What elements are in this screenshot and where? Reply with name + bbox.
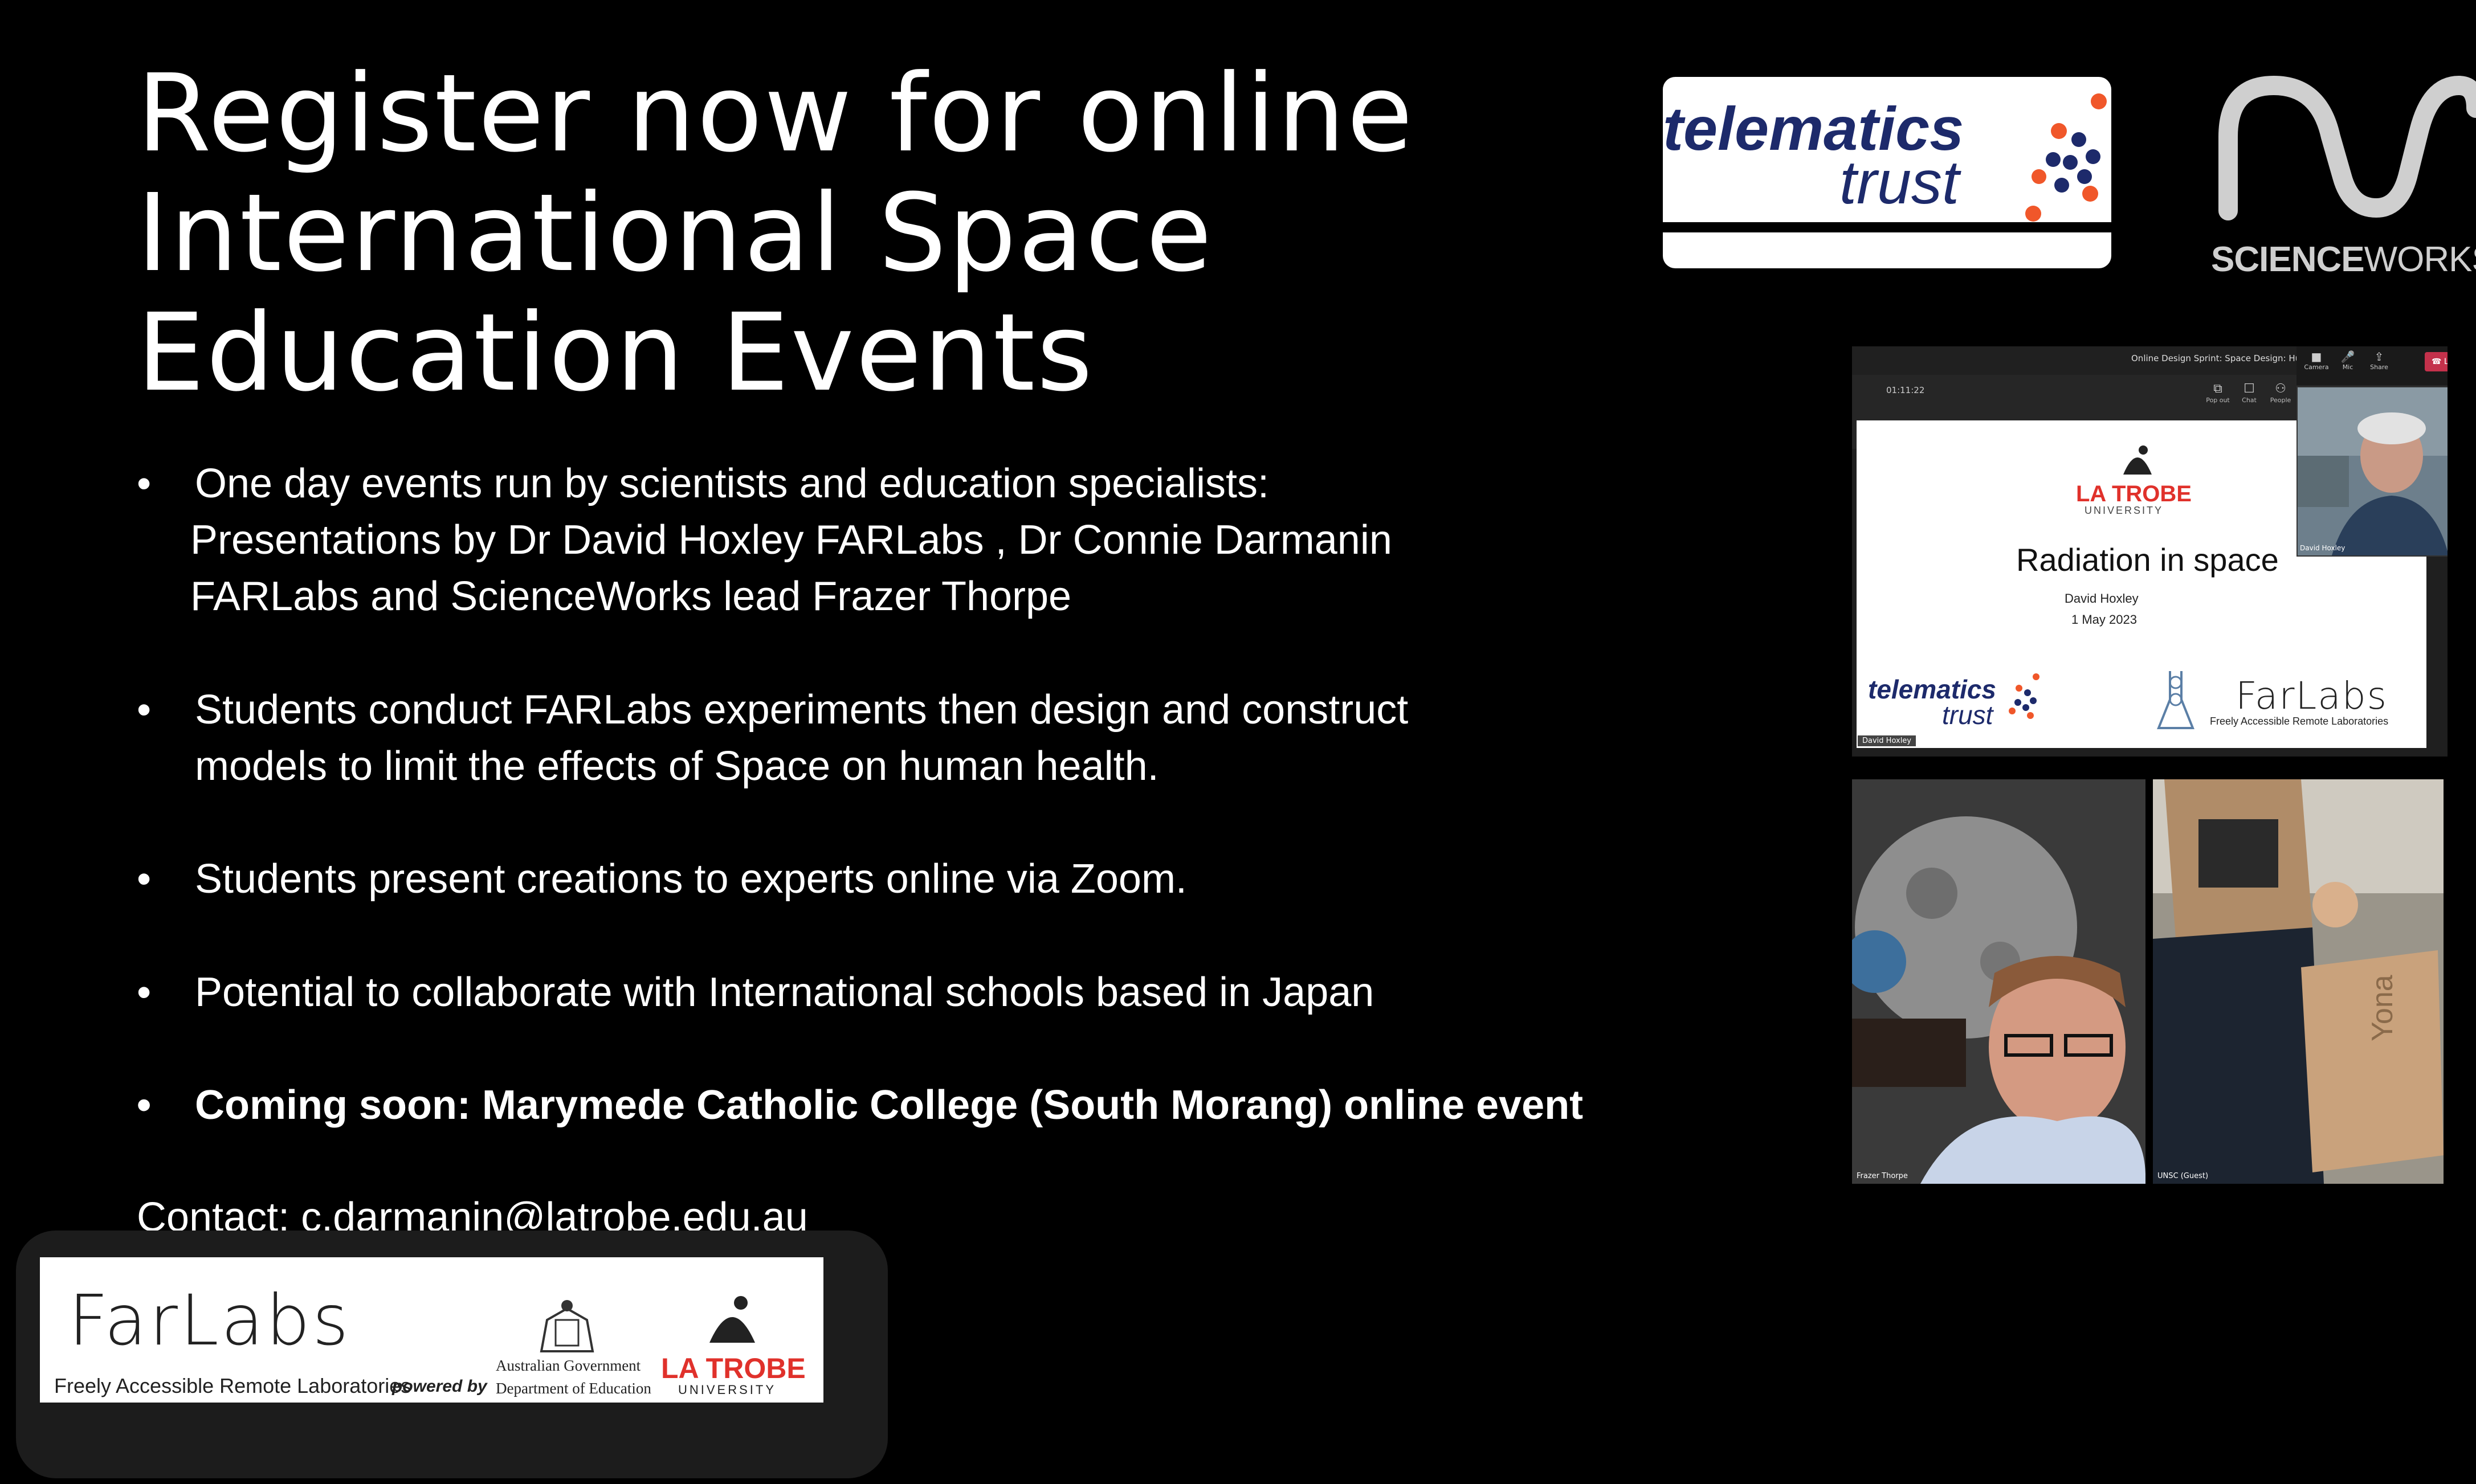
participant-video-guest: Yona UNSC (Guest) <box>2153 779 2444 1184</box>
aus-dept-text: Department of Education <box>496 1380 651 1397</box>
presenter-figure <box>2298 387 2448 555</box>
participant-name-label: UNSC (Guest) <box>2157 1172 2209 1180</box>
box-handwriting: Yona <box>2366 975 2399 1041</box>
slide-latrobe-name: LA TROBE <box>2076 481 2192 506</box>
leave-button[interactable]: ☎ Le <box>2425 352 2448 371</box>
presenter-name-label: David Hoxley <box>2300 544 2346 552</box>
phone-icon: ☎ <box>2432 357 2444 366</box>
slide-farlabs-wordmark: FarLabs <box>2236 674 2388 718</box>
camera-button[interactable]: ■ Camera <box>2302 350 2331 371</box>
bullet-line: Students conduct FARLabs experiments the… <box>195 687 1409 733</box>
bullet-symbol: • <box>137 461 152 506</box>
trust-word: trust <box>1839 148 1960 216</box>
bullet-line: Coming soon: Marymede Catholic College (… <box>195 1082 1584 1128</box>
scienceworks-light: WORKS <box>2364 240 2476 279</box>
latrobe-crest-icon <box>2123 445 2152 475</box>
meeting-title: Online Design Sprint: Space Design: Huma… <box>2131 353 2320 363</box>
bullet-symbol: • <box>137 856 152 902</box>
bullet-symbol: • <box>137 970 152 1015</box>
slide-telematics-dots-icon <box>2009 673 2039 719</box>
slide-farlabs-flask-icon <box>2157 671 2194 729</box>
video-call-screenshot: Online Design Sprint: Space Design: Huma… <box>1852 346 2448 757</box>
bullet-symbol: • <box>137 1082 152 1128</box>
slide-latrobe-university: UNIVERSITY <box>2085 505 2164 516</box>
mic-button[interactable]: 🎤 Mic <box>2334 350 2362 371</box>
presenter-video: David Hoxley <box>2296 386 2448 557</box>
latrobe-crest-icon <box>709 1296 755 1343</box>
latrobe-university: UNIVERSITY <box>678 1383 777 1397</box>
bullet-line: Potential to collaborate with Internatio… <box>195 970 1374 1015</box>
slide-author: David Hoxley <box>2065 591 2139 606</box>
farlabs-wordmark: FarLabs <box>68 1280 351 1361</box>
people-button[interactable]: ⚇ People <box>2268 382 2293 404</box>
chat-icon: ☐ <box>2244 382 2255 396</box>
powered-by-text: powered by <box>392 1377 487 1396</box>
pop-out-button[interactable]: ⧉ Pop out <box>2205 382 2230 404</box>
scienceworks-wave-icon <box>2218 76 2476 220</box>
meeting-timer: 01:11:22 <box>1886 385 1925 395</box>
slide-title: Radiation in space <box>2016 542 2279 578</box>
title-line-3: Education Events <box>137 291 1095 415</box>
bullet-line: Students present creations to experts on… <box>195 856 1187 902</box>
slide-date: 1 May 2023 <box>2071 612 2137 627</box>
slide-farlabs-subtitle: Freely Accessible Remote Laboratories <box>2210 716 2389 727</box>
slide-presenter-label: David Hoxley <box>1858 735 1916 746</box>
meeting-controls: ■Camera 🎤Mic ⇪Share ☎ Le <box>2296 346 2448 385</box>
title-line-2: International Space <box>137 171 1214 296</box>
title-line-1: Register now for online <box>137 51 1415 176</box>
share-button[interactable]: ⇪ Share <box>2365 350 2393 371</box>
bullet-line: models to limit the effects of Space on … <box>195 743 1159 789</box>
chat-button[interactable]: ☐ Chat <box>2237 382 2262 404</box>
share-icon: ⇪ <box>2374 350 2384 363</box>
page-title: Register now for online International Sp… <box>137 54 1447 413</box>
participant-scene-moon <box>1852 779 2145 1184</box>
slide-trust-word: trust <box>1942 700 1993 730</box>
mic-icon: 🎤 <box>2340 350 2355 363</box>
pop-out-icon: ⧉ <box>2213 382 2222 396</box>
participant-name-label: Frazer Thorpe <box>1857 1172 1908 1180</box>
camera-icon: ■ <box>2311 350 2322 363</box>
farlabs-subtitle: Freely Accessible Remote Laboratories <box>54 1374 411 1397</box>
telematics-dots-icon <box>2025 93 2107 222</box>
latrobe-name: LA TROBE <box>661 1352 806 1384</box>
scienceworks-bold: SCIENCE <box>2211 240 2365 279</box>
aus-govt-text: Australian Government <box>496 1357 641 1374</box>
bullet-line: Presentations by Dr David Hoxley FARLabs… <box>190 517 1392 563</box>
participant-video-frazer: Frazer Thorpe <box>1852 779 2145 1184</box>
australian-crest-icon <box>540 1300 594 1352</box>
scienceworks-logo: SCIENCEWORKS <box>2211 68 2476 285</box>
bullet-line: FARLabs and ScienceWorks lead Frazer Tho… <box>190 574 1072 619</box>
bullet-line: One day events run by scientists and edu… <box>195 461 1270 506</box>
telematics-trust-logo: telematics trust <box>1663 77 2111 268</box>
participant-scene-boxes: Yona <box>2153 779 2444 1184</box>
partner-logos-panel: FarLabs Freely Accessible Remote Laborat… <box>40 1257 823 1403</box>
people-icon: ⚇ <box>2275 382 2286 396</box>
scienceworks-wordmark: SCIENCEWORKS <box>2211 239 2476 280</box>
bullet-symbol: • <box>137 687 152 733</box>
